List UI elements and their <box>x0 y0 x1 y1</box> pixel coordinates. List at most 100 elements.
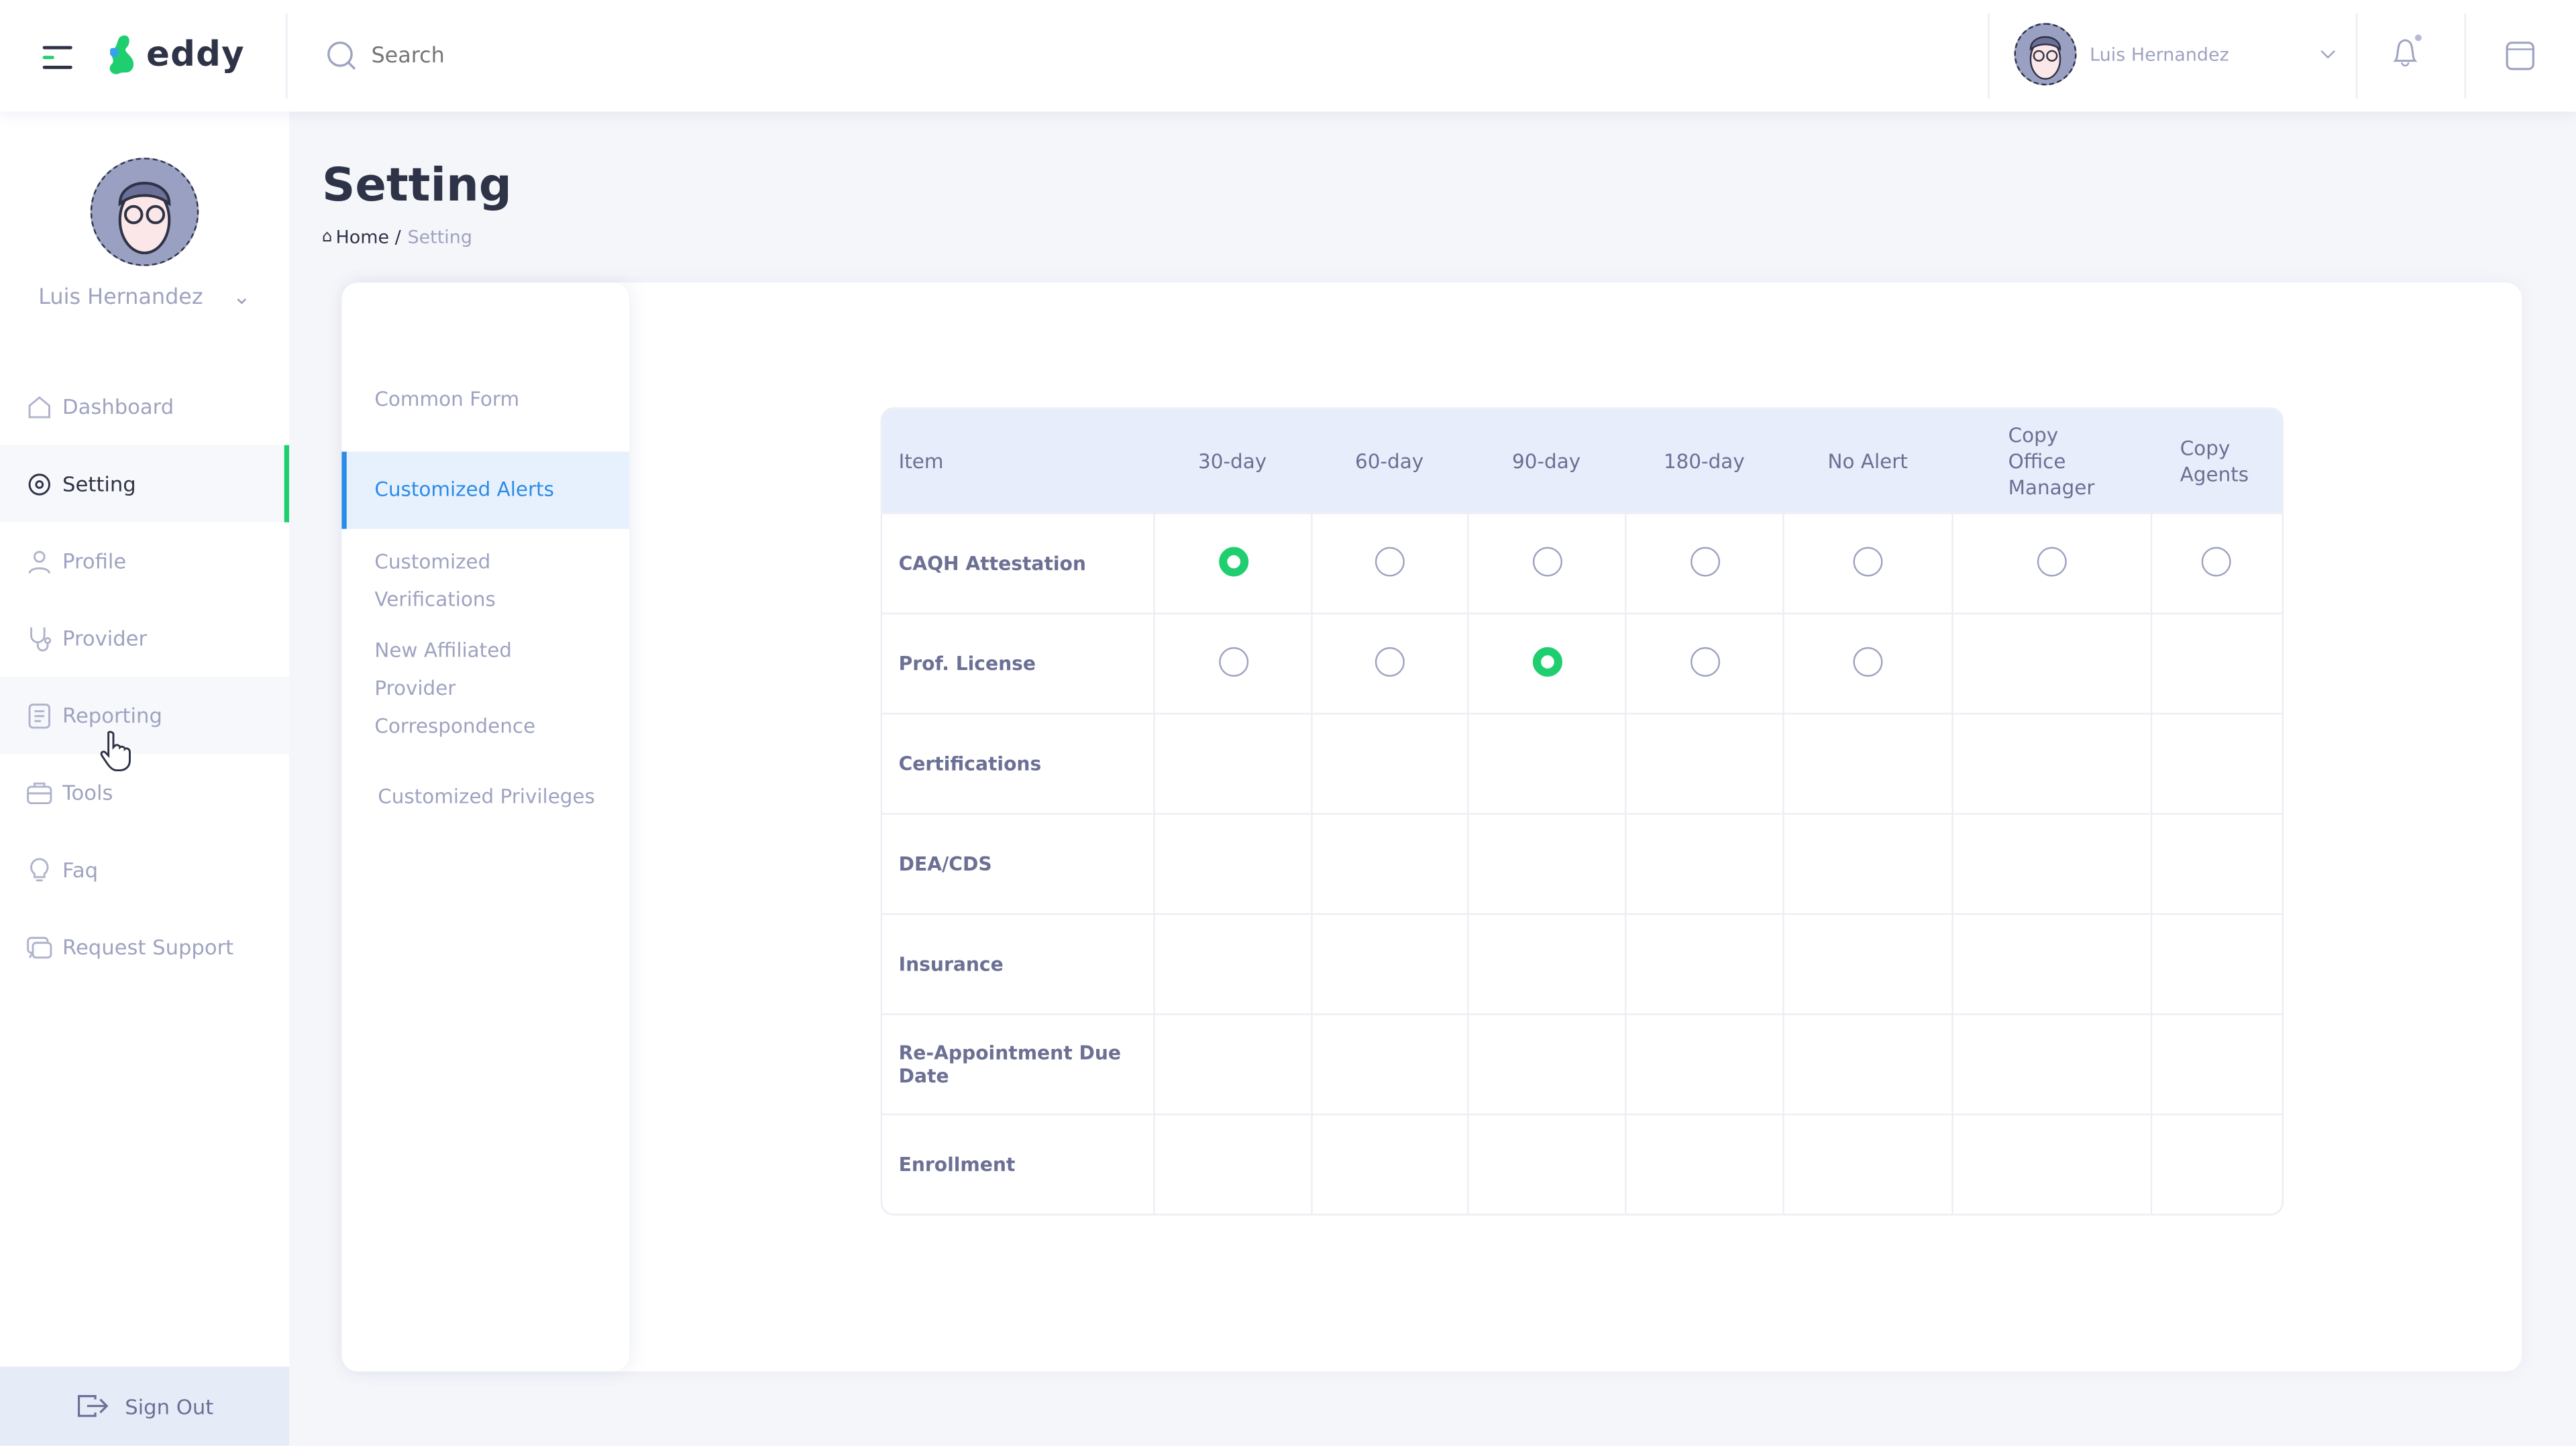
column-header: 30-day <box>1153 408 1311 513</box>
bell-icon[interactable] <box>2389 33 2425 72</box>
radio-60-day[interactable] <box>1375 546 1405 576</box>
user-menu[interactable]: Luis Hernandez <box>2014 23 2336 86</box>
tab-new-affiliated-provider-correspondence[interactable]: New Affiliated Provider Correspondence <box>341 632 629 746</box>
tab-common-form[interactable]: Common Form <box>341 362 629 439</box>
sidebar-item-profile[interactable]: Profile <box>0 522 289 600</box>
option-cell <box>2150 512 2282 613</box>
sidebar-item-label: Profile <box>62 548 127 573</box>
option-cell <box>1467 612 1625 713</box>
tab-customized-alerts[interactable]: Customized Alerts <box>341 451 629 529</box>
bulb-icon <box>30 857 49 881</box>
option-cell <box>1467 512 1625 613</box>
tab-customized-verifications[interactable]: Customized Verifications <box>341 542 629 619</box>
radio-30-day[interactable] <box>1218 546 1248 576</box>
breadcrumb-home[interactable]: Home <box>335 227 389 248</box>
option-cell <box>1625 612 1784 713</box>
toolbox-icon <box>27 781 52 803</box>
column-header: 90-day <box>1467 408 1625 513</box>
column-header: Copy Agents <box>2150 408 2282 513</box>
sign-out-label: Sign Out <box>125 1393 214 1419</box>
option-cell <box>1783 1113 1953 1214</box>
radio-copy-office-manager[interactable] <box>2037 546 2068 576</box>
item-label: Certifications <box>882 712 1154 813</box>
option-cell <box>1311 813 1468 913</box>
item-label: Enrollment <box>882 1113 1154 1213</box>
sidebar-user[interactable]: Luis Hernandez ⌄ <box>0 158 289 311</box>
option-cell <box>1153 1113 1311 1214</box>
table-row: CAQH Attestation <box>882 512 2282 613</box>
option-cell <box>1153 712 1311 814</box>
sidebar-item-reporting[interactable]: Reporting <box>0 676 290 755</box>
radio-180-day[interactable] <box>1690 546 1720 576</box>
table-row: DEA/CDS <box>882 813 2282 913</box>
option-cell <box>1467 1113 1625 1214</box>
user-name: Luis Hernandez <box>2090 43 2229 65</box>
option-cell <box>1153 813 1311 913</box>
sidebar-item-request-support[interactable]: Request Support <box>0 908 289 985</box>
option-cell <box>1153 512 1311 613</box>
sidebar-item-dashboard[interactable]: Dashboard <box>0 368 289 445</box>
option-cell <box>1153 1013 1311 1114</box>
option-cell <box>1952 612 2151 713</box>
option-cell <box>1311 913 1468 1014</box>
radio-90-day[interactable] <box>1532 546 1562 576</box>
sidebar-item-label: Dashboard <box>62 394 174 419</box>
option-cell <box>1311 512 1468 613</box>
sidebar-item-tools[interactable]: Tools <box>0 754 289 831</box>
sidebar-item-label: Setting <box>62 471 136 496</box>
sidebar-user-name: Luis Hernandez <box>38 286 203 311</box>
home-icon <box>28 395 50 418</box>
radio-no-alert[interactable] <box>1854 646 1884 676</box>
stethoscope-icon <box>30 626 52 651</box>
sidebar-item-label: Request Support <box>62 934 234 960</box>
avatar <box>2014 23 2077 86</box>
settings-card: Common Form Customized Alerts Customized V… <box>341 282 2522 1372</box>
column-header: No Alert <box>1783 408 1953 513</box>
option-cell <box>1467 913 1625 1014</box>
search-bar <box>325 40 1029 72</box>
option-cell <box>1625 1113 1784 1214</box>
option-cell <box>2150 813 2282 913</box>
search-input[interactable] <box>371 43 1029 68</box>
sidebar-item-faq[interactable]: Faq <box>0 831 289 908</box>
option-cell <box>2150 913 2282 1014</box>
radio-60-day[interactable] <box>1375 646 1405 676</box>
option-cell <box>1625 1013 1784 1114</box>
item-label: Prof. License <box>882 612 1154 712</box>
calendar-icon[interactable] <box>2506 40 2538 72</box>
menu-icon[interactable] <box>42 46 72 76</box>
option-cell <box>1467 813 1625 913</box>
table-row: Insurance <box>882 913 2282 1014</box>
option-cell <box>1625 512 1784 613</box>
column-header: Copy Office Manager <box>1952 408 2151 513</box>
column-header: 180-day <box>1625 408 1784 513</box>
radio-90-day[interactable] <box>1532 646 1562 676</box>
radio-180-day[interactable] <box>1690 646 1720 676</box>
sidebar-item-setting[interactable]: Setting <box>0 445 290 522</box>
option-cell <box>1952 1013 2151 1114</box>
table-row: Certifications <box>882 712 2282 814</box>
item-label: Insurance <box>882 913 1154 1013</box>
search-icon <box>327 41 356 70</box>
sidebar-item-provider[interactable]: Provider <box>0 600 289 677</box>
radio-no-alert[interactable] <box>1854 546 1884 576</box>
sidebar-item-label: Tools <box>62 780 113 805</box>
option-cell <box>1311 1113 1468 1214</box>
option-cell <box>1311 612 1468 713</box>
sidebar-item-label: Provider <box>62 626 148 651</box>
gear-icon <box>28 473 50 495</box>
sign-out-button[interactable]: Sign Out <box>0 1366 290 1446</box>
breadcrumb-current: Setting <box>407 226 472 248</box>
radio-30-day[interactable] <box>1218 646 1248 676</box>
radio-copy-agents[interactable] <box>2202 546 2232 576</box>
option-cell <box>1783 813 1953 913</box>
option-cell <box>1153 913 1311 1014</box>
logo[interactable]: eddy <box>105 33 245 76</box>
breadcrumb-separator: / <box>394 226 401 248</box>
item-label: Re-Appointment Due Date <box>882 1013 1154 1113</box>
option-cell <box>2150 1113 2282 1214</box>
table-row: Enrollment <box>882 1113 2282 1214</box>
breadcrumb: ⌂ Home / Setting <box>322 227 472 248</box>
item-label: CAQH Attestation <box>882 512 1154 612</box>
tab-customized-privileges[interactable]: Customized Privileges <box>341 759 629 836</box>
